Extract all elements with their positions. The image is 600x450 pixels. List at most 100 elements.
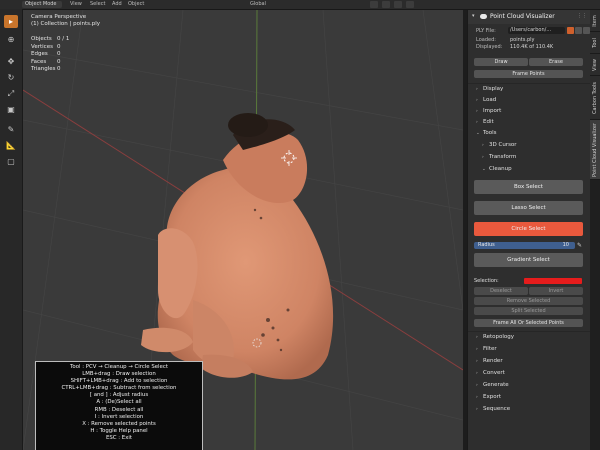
draw-button[interactable]: Draw	[474, 58, 528, 66]
frame-all-button[interactable]: Frame All Or Selected Points	[474, 319, 583, 327]
loaded-value: points.ply	[510, 37, 535, 43]
erase-button[interactable]: Erase	[529, 58, 583, 66]
frame-points-button[interactable]: Frame Points	[474, 70, 583, 78]
selection-color-swatch[interactable]	[524, 278, 582, 284]
chevron-down-icon: ⌄	[476, 131, 480, 136]
stat-row: Triangles 0	[31, 66, 61, 73]
cursor-tool-icon[interactable]: ⊕	[4, 33, 18, 46]
deselect-button[interactable]: Deselect	[474, 287, 528, 295]
box-select-button[interactable]: Box Select	[474, 180, 583, 194]
scene-statistics: Objects 0 / 1 Vertices 0 Edges 0 Faces 0 Tri…	[31, 36, 69, 74]
menu-select[interactable]: Select	[90, 1, 105, 8]
shading-icon[interactable]	[406, 1, 414, 8]
stat-row: Edges 0	[31, 51, 61, 58]
radius-slider[interactable]: Radius 10	[474, 242, 575, 249]
help-line: LMB+drag : Draw selection	[82, 371, 156, 378]
split-selected-button[interactable]: Split Selected	[474, 307, 583, 315]
chevron-down-icon[interactable]: ▾	[472, 13, 475, 19]
drag-handle-icon[interactable]: ⋮⋮	[577, 13, 587, 19]
help-line: CTRL+LMB+drag : Subtract from selection	[61, 385, 177, 392]
section-3d-cursor[interactable]: › 3D Cursor	[482, 142, 517, 148]
collection-label: (1) Collection | points.ply	[31, 21, 101, 27]
mode-dropdown[interactable]: Object Mode	[22, 1, 62, 8]
divider	[468, 83, 591, 84]
measure-tool-icon[interactable]: 📐	[4, 139, 18, 152]
tab-view[interactable]: View	[590, 54, 600, 76]
panel-header[interactable]: ▾ Point Cloud Visualizer ⋮⋮	[468, 10, 591, 24]
section-transform[interactable]: › Transform	[482, 154, 516, 160]
annotate-tool-icon[interactable]: ✎	[4, 123, 18, 136]
transform-orientation-dropdown[interactable]: Global	[250, 1, 266, 8]
snap-icon[interactable]	[370, 1, 378, 8]
select-tool-icon[interactable]: ▸	[4, 15, 18, 28]
divider	[468, 331, 591, 332]
section-export[interactable]: › Export	[476, 394, 501, 400]
move-tool-icon[interactable]: ✥	[4, 55, 18, 68]
reload-icon[interactable]	[583, 27, 590, 34]
overlay-icon[interactable]	[394, 1, 402, 8]
chevron-right-icon: ›	[476, 87, 478, 92]
chevron-right-icon: ›	[476, 120, 478, 125]
section-load[interactable]: › Load	[476, 97, 496, 103]
chevron-right-icon: ›	[476, 335, 478, 340]
displayed-value: 110.4K of 110.4K	[510, 44, 554, 50]
section-sequence[interactable]: › Sequence	[476, 406, 510, 412]
chevron-right-icon: ›	[476, 371, 478, 376]
section-tools[interactable]: ⌄ Tools	[476, 130, 497, 136]
left-toolbar: ▸ ⊕ ✥ ↻ ⤢ ▣ ✎ 📐 ▢	[0, 9, 23, 450]
help-line: H : Toggle Help panel	[90, 427, 148, 434]
proportional-icon[interactable]	[382, 1, 390, 8]
section-convert[interactable]: › Convert	[476, 370, 505, 376]
chevron-right-icon: ›	[476, 109, 478, 114]
section-filter[interactable]: › Filter	[476, 346, 497, 352]
section-retopology[interactable]: › Retopology	[476, 334, 514, 340]
remove-selected-button[interactable]: Remove Selected	[474, 297, 583, 305]
section-cleanup[interactable]: ⌄ Cleanup	[482, 166, 512, 172]
chevron-right-icon: ›	[476, 383, 478, 388]
invert-button[interactable]: Invert	[529, 287, 583, 295]
tab-item[interactable]: Item	[590, 10, 600, 32]
top-header-bar: Object Mode View Select Add Object Globa…	[0, 0, 600, 10]
radius-value: 10	[562, 242, 569, 248]
cloud-icon	[480, 14, 487, 19]
menu-object[interactable]: Object	[128, 1, 144, 8]
menu-add[interactable]: Add	[112, 1, 122, 8]
ply-file-field[interactable]: /Users/carbon/...	[508, 27, 565, 34]
chevron-right-icon: ›	[476, 395, 478, 400]
tab-point-cloud-visualizer[interactable]: Point Cloud Visualizer	[590, 120, 600, 180]
pcv-sidebar-panel: ▾ Point Cloud Visualizer ⋮⋮ PLY File: /U…	[467, 10, 591, 450]
section-edit[interactable]: › Edit	[476, 119, 494, 125]
ply-file-label: PLY File:	[476, 28, 496, 34]
folder-icon[interactable]	[575, 27, 582, 34]
stat-row: Vertices 0	[31, 43, 61, 50]
lasso-select-button[interactable]: Lasso Select	[474, 201, 583, 215]
section-display[interactable]: › Display	[476, 86, 503, 92]
add-cube-tool-icon[interactable]: ▢	[4, 155, 18, 168]
pencil-icon[interactable]: ✎	[577, 242, 584, 249]
help-panel: Tool : PCV → Cleanup → Circle Select LMB…	[35, 361, 203, 450]
camera-label: Camera Perspective	[31, 14, 87, 20]
shield-icon[interactable]	[567, 27, 574, 34]
tab-carbon-tools[interactable]: Carbon Tools	[590, 76, 600, 120]
section-import[interactable]: › Import	[476, 108, 501, 114]
rotate-tool-icon[interactable]: ↻	[4, 71, 18, 84]
section-generate[interactable]: › Generate	[476, 382, 509, 388]
tab-tool[interactable]: Tool	[590, 32, 600, 54]
chevron-right-icon: ›	[482, 155, 484, 160]
viewport-info: Camera Perspective (1) Collection | poin…	[31, 14, 100, 28]
help-line: RMB : Deselect all	[94, 406, 144, 413]
section-render[interactable]: › Render	[476, 358, 503, 364]
chevron-right-icon: ›	[476, 98, 478, 103]
transform-tool-icon[interactable]: ▣	[4, 103, 18, 116]
sidebar-tabs: Item Tool View Carbon Tools Point Cloud …	[590, 10, 600, 450]
help-line: X : Remove selected points	[82, 420, 156, 427]
chevron-right-icon: ›	[482, 143, 484, 148]
gradient-select-button[interactable]: Gradient Select	[474, 253, 583, 267]
loaded-label: Loaded:	[476, 37, 496, 43]
3d-viewport[interactable]: Camera Perspective (1) Collection | poin…	[23, 10, 463, 450]
selection-label: Selection:	[474, 278, 499, 284]
help-line: SHIFT+LMB+drag : Add to selection	[70, 378, 168, 385]
menu-view[interactable]: View	[70, 1, 82, 8]
circle-select-button[interactable]: Circle Select	[474, 222, 583, 236]
scale-tool-icon[interactable]: ⤢	[4, 87, 18, 100]
